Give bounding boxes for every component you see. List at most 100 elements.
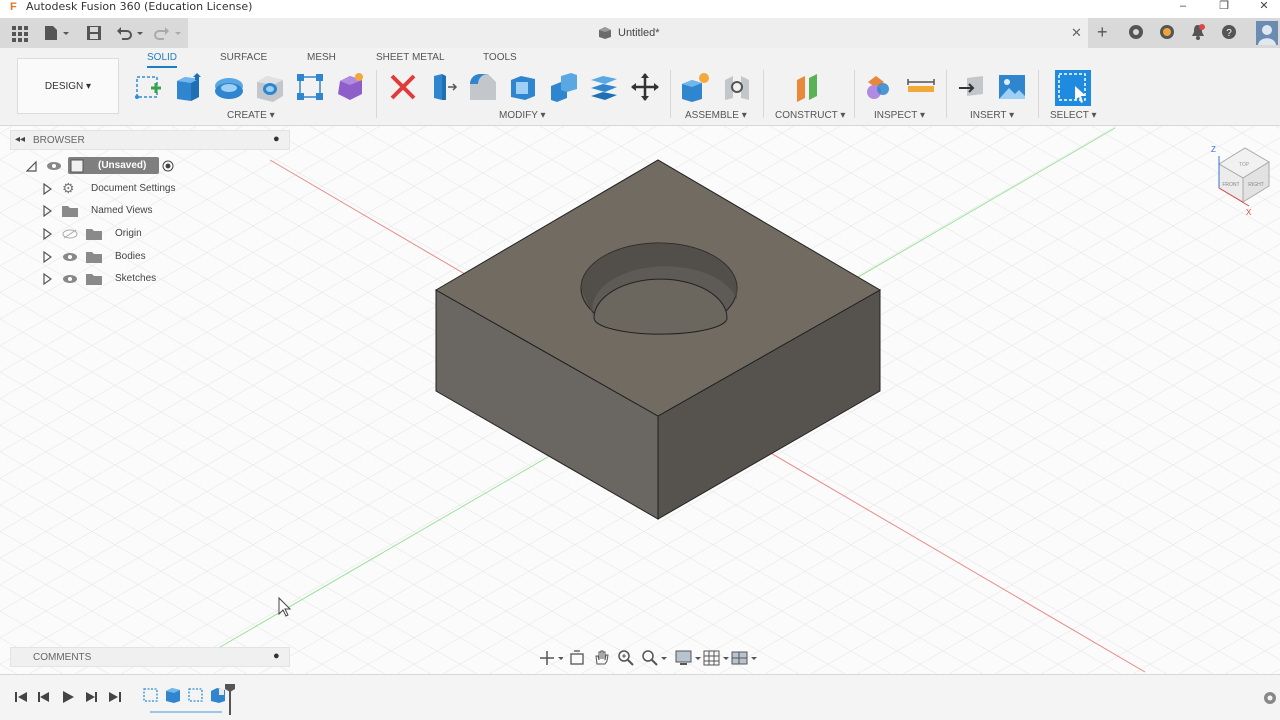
timeline-extrude-feature-icon[interactable] — [164, 686, 182, 704]
redo-icon[interactable] — [154, 25, 184, 41]
browser-item-origin[interactable]: Origin — [26, 224, 296, 244]
timeline-sketch-feature-icon[interactable] — [142, 686, 160, 704]
insert-derive-icon[interactable] — [957, 72, 987, 102]
offset-plane-icon[interactable] — [793, 72, 823, 102]
delete-icon[interactable] — [388, 72, 418, 102]
orbit-icon[interactable] — [539, 650, 563, 666]
browser-item-bodies[interactable]: Bodies — [26, 247, 296, 267]
step-back-icon[interactable] — [37, 690, 51, 704]
data-panel-grid-icon[interactable] — [12, 26, 28, 42]
step-forward-icon[interactable] — [84, 690, 98, 704]
timeline-bar — [0, 674, 1280, 720]
visibility-eye-icon[interactable] — [46, 161, 62, 171]
title-bar: F Autodesk Fusion 360 (Education License… — [0, 0, 1280, 16]
look-at-icon[interactable] — [569, 650, 585, 666]
ribbon-separator — [1038, 70, 1039, 118]
combine-icon[interactable] — [549, 72, 579, 102]
new-component-icon[interactable] — [680, 72, 710, 102]
extensions-icon[interactable] — [1159, 24, 1175, 40]
timeline-marker-icon[interactable] — [224, 683, 236, 715]
new-tab-icon[interactable]: + — [1097, 22, 1108, 43]
tab-mesh[interactable]: MESH — [307, 52, 336, 63]
measure-icon[interactable] — [906, 72, 936, 102]
hole-icon[interactable] — [255, 72, 285, 102]
browser-item-document-settings[interactable]: ⚙ Document Settings — [26, 179, 296, 199]
add-comment-icon[interactable]: ● — [273, 650, 280, 662]
file-menu-icon[interactable] — [44, 25, 72, 41]
select-menu-label[interactable]: SELECT ▾ — [1050, 110, 1097, 121]
viewcube-front-label: FRONT — [1222, 182, 1239, 188]
tab-sheet-metal[interactable]: SHEET METAL — [376, 52, 445, 63]
visibility-eye-icon[interactable] — [62, 274, 78, 284]
workspace-switcher-button[interactable]: DESIGN ▾ — [17, 58, 119, 114]
insert-menu-label[interactable]: INSERT ▾ — [970, 110, 1014, 121]
save-icon[interactable] — [86, 25, 102, 41]
activate-radio-icon[interactable] — [162, 160, 174, 172]
pan-hand-icon[interactable] — [593, 649, 609, 665]
interference-icon[interactable] — [864, 72, 894, 102]
expand-triangle-icon[interactable] — [42, 228, 52, 240]
comments-title: COMMENTS — [33, 652, 92, 663]
shell-icon[interactable] — [508, 72, 538, 102]
expand-triangle-icon[interactable] — [42, 205, 52, 217]
collapse-browser-icon[interactable]: ◂◂ — [15, 134, 25, 145]
extrude-icon[interactable] — [173, 72, 203, 102]
close-tab-icon[interactable]: ✕ — [1071, 25, 1082, 41]
tab-solid[interactable]: SOLID — [147, 52, 178, 68]
viewcube-top-label: TOP — [1239, 162, 1250, 168]
create-form-icon[interactable] — [335, 72, 365, 102]
notifications-bell-icon[interactable] — [1190, 24, 1206, 40]
revolve-icon[interactable] — [214, 72, 244, 102]
insert-canvas-icon[interactable] — [997, 72, 1027, 102]
visibility-eye-icon[interactable] — [62, 252, 78, 262]
viewcube[interactable]: TOP FRONT RIGHT Z X — [1205, 140, 1275, 220]
user-avatar-icon[interactable] — [1256, 21, 1278, 45]
fillet-icon[interactable] — [468, 72, 498, 102]
play-icon[interactable] — [61, 690, 75, 704]
app-title: Autodesk Fusion 360 (Education License) — [26, 0, 253, 13]
browser-item-named-views[interactable]: Named Views — [26, 201, 296, 221]
help-icon[interactable]: ? — [1221, 24, 1237, 40]
go-to-start-icon[interactable] — [14, 690, 28, 704]
comments-panel-header[interactable]: COMMENTS ● — [10, 647, 290, 667]
construct-menu-label[interactable]: CONSTRUCT ▾ — [775, 110, 845, 121]
browser-panel-header[interactable]: ◂◂ BROWSER ● — [10, 130, 290, 150]
undo-icon[interactable] — [116, 25, 146, 41]
browser-root-row[interactable]: (Unsaved) — [26, 156, 296, 176]
expand-triangle-icon[interactable] — [42, 183, 52, 195]
expand-triangle-icon[interactable] — [42, 273, 52, 285]
assemble-menu-label[interactable]: ASSEMBLE ▾ — [685, 110, 747, 121]
browser-pin-icon[interactable]: ● — [273, 133, 280, 145]
display-settings-icon[interactable] — [675, 649, 703, 667]
select-icon[interactable] — [1055, 70, 1091, 106]
modify-menu-label[interactable]: MODIFY ▾ — [499, 110, 546, 121]
rectangular-pattern-icon[interactable] — [295, 72, 325, 102]
collapse-triangle-icon[interactable] — [26, 160, 38, 172]
inspect-menu-label[interactable]: INSPECT ▾ — [874, 110, 925, 121]
zoom-icon[interactable] — [617, 649, 635, 667]
browser-item-sketches[interactable]: Sketches — [26, 269, 296, 289]
ribbon-separator — [763, 70, 764, 118]
folder-icon — [86, 229, 102, 240]
press-pull-icon[interactable] — [428, 72, 458, 102]
zoom-window-icon[interactable] — [641, 649, 669, 667]
create-sketch-icon[interactable] — [134, 72, 164, 102]
grid-settings-icon[interactable] — [703, 649, 731, 667]
move-copy-icon[interactable] — [630, 72, 660, 102]
minimize-icon[interactable]: – — [1173, 0, 1193, 14]
timeline-sketch-feature-icon[interactable] — [187, 686, 205, 704]
hidden-eye-icon[interactable] — [62, 229, 78, 239]
restore-icon[interactable]: ❐ — [1214, 0, 1234, 14]
viewports-icon[interactable] — [731, 649, 759, 667]
offset-face-icon[interactable] — [589, 72, 619, 102]
go-to-end-icon[interactable] — [108, 690, 122, 704]
joint-icon[interactable] — [722, 72, 752, 102]
timeline-settings-gear-icon[interactable] — [1262, 690, 1278, 706]
create-menu-label[interactable]: CREATE ▾ — [227, 110, 275, 121]
document-tab[interactable]: Untitled* ✕ — [188, 18, 1088, 48]
job-status-icon[interactable] — [1128, 24, 1144, 40]
close-window-icon[interactable]: ✕ — [1254, 0, 1274, 14]
tab-surface[interactable]: SURFACE — [220, 52, 267, 63]
tab-tools[interactable]: TOOLS — [483, 52, 517, 63]
expand-triangle-icon[interactable] — [42, 251, 52, 263]
